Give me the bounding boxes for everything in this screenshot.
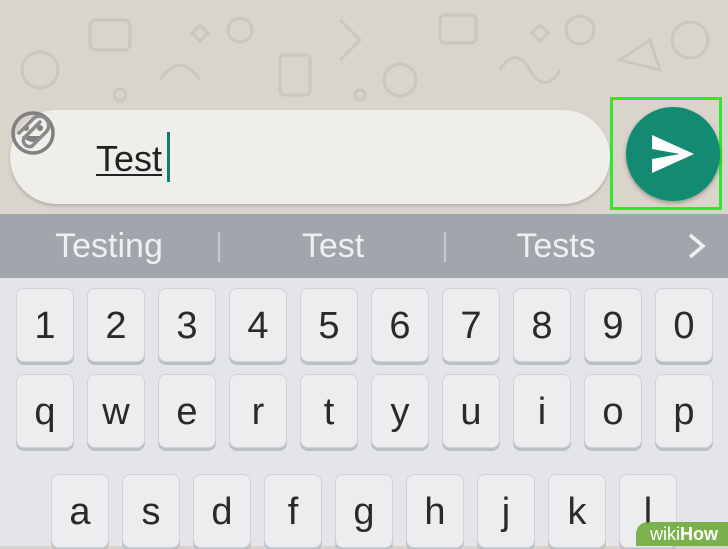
key-7[interactable]: 7 <box>442 288 500 362</box>
send-icon <box>652 135 694 173</box>
suggestion-item[interactable]: Test <box>222 214 444 278</box>
key-1[interactable]: 1 <box>16 288 74 362</box>
key-d[interactable]: d <box>193 474 251 548</box>
chevron-right-icon[interactable] <box>686 232 708 260</box>
key-f[interactable]: f <box>264 474 322 548</box>
key-9[interactable]: 9 <box>584 288 642 362</box>
paperclip-icon[interactable] <box>10 110 54 154</box>
suggestion-bar: Testing Test Tests <box>0 214 728 278</box>
key-8[interactable]: 8 <box>513 288 571 362</box>
keyboard: 1 2 3 4 5 6 7 8 9 0 q w e r t y u i o p … <box>0 278 728 548</box>
key-3[interactable]: 3 <box>158 288 216 362</box>
key-j[interactable]: j <box>477 474 535 548</box>
message-input-text[interactable]: Test <box>96 136 162 182</box>
suggestion-divider <box>218 232 220 262</box>
key-p[interactable]: p <box>655 374 713 448</box>
text-cursor <box>167 132 170 182</box>
send-button[interactable] <box>626 107 720 201</box>
key-g[interactable]: g <box>335 474 393 548</box>
suggestion-item[interactable]: Testing <box>0 214 218 278</box>
suggestion-item[interactable]: Tests <box>448 214 664 278</box>
message-input-bar[interactable]: Test <box>10 110 610 204</box>
suggestion-divider <box>444 232 446 262</box>
key-2[interactable]: 2 <box>87 288 145 362</box>
key-r[interactable]: r <box>229 374 287 448</box>
key-q[interactable]: q <box>16 374 74 448</box>
wikihow-watermark: wikiHow <box>636 522 728 546</box>
key-6[interactable]: 6 <box>371 288 429 362</box>
key-s[interactable]: s <box>122 474 180 548</box>
key-k[interactable]: k <box>548 474 606 548</box>
watermark-prefix: wiki <box>650 524 680 544</box>
key-i[interactable]: i <box>513 374 571 448</box>
key-t[interactable]: t <box>300 374 358 448</box>
key-0[interactable]: 0 <box>655 288 713 362</box>
key-o[interactable]: o <box>584 374 642 448</box>
key-u[interactable]: u <box>442 374 500 448</box>
watermark-suffix: How <box>680 524 718 544</box>
key-4[interactable]: 4 <box>229 288 287 362</box>
key-w[interactable]: w <box>87 374 145 448</box>
chat-background: Test <box>0 0 728 214</box>
key-a[interactable]: a <box>51 474 109 548</box>
key-y[interactable]: y <box>371 374 429 448</box>
key-5[interactable]: 5 <box>300 288 358 362</box>
key-e[interactable]: e <box>158 374 216 448</box>
key-h[interactable]: h <box>406 474 464 548</box>
